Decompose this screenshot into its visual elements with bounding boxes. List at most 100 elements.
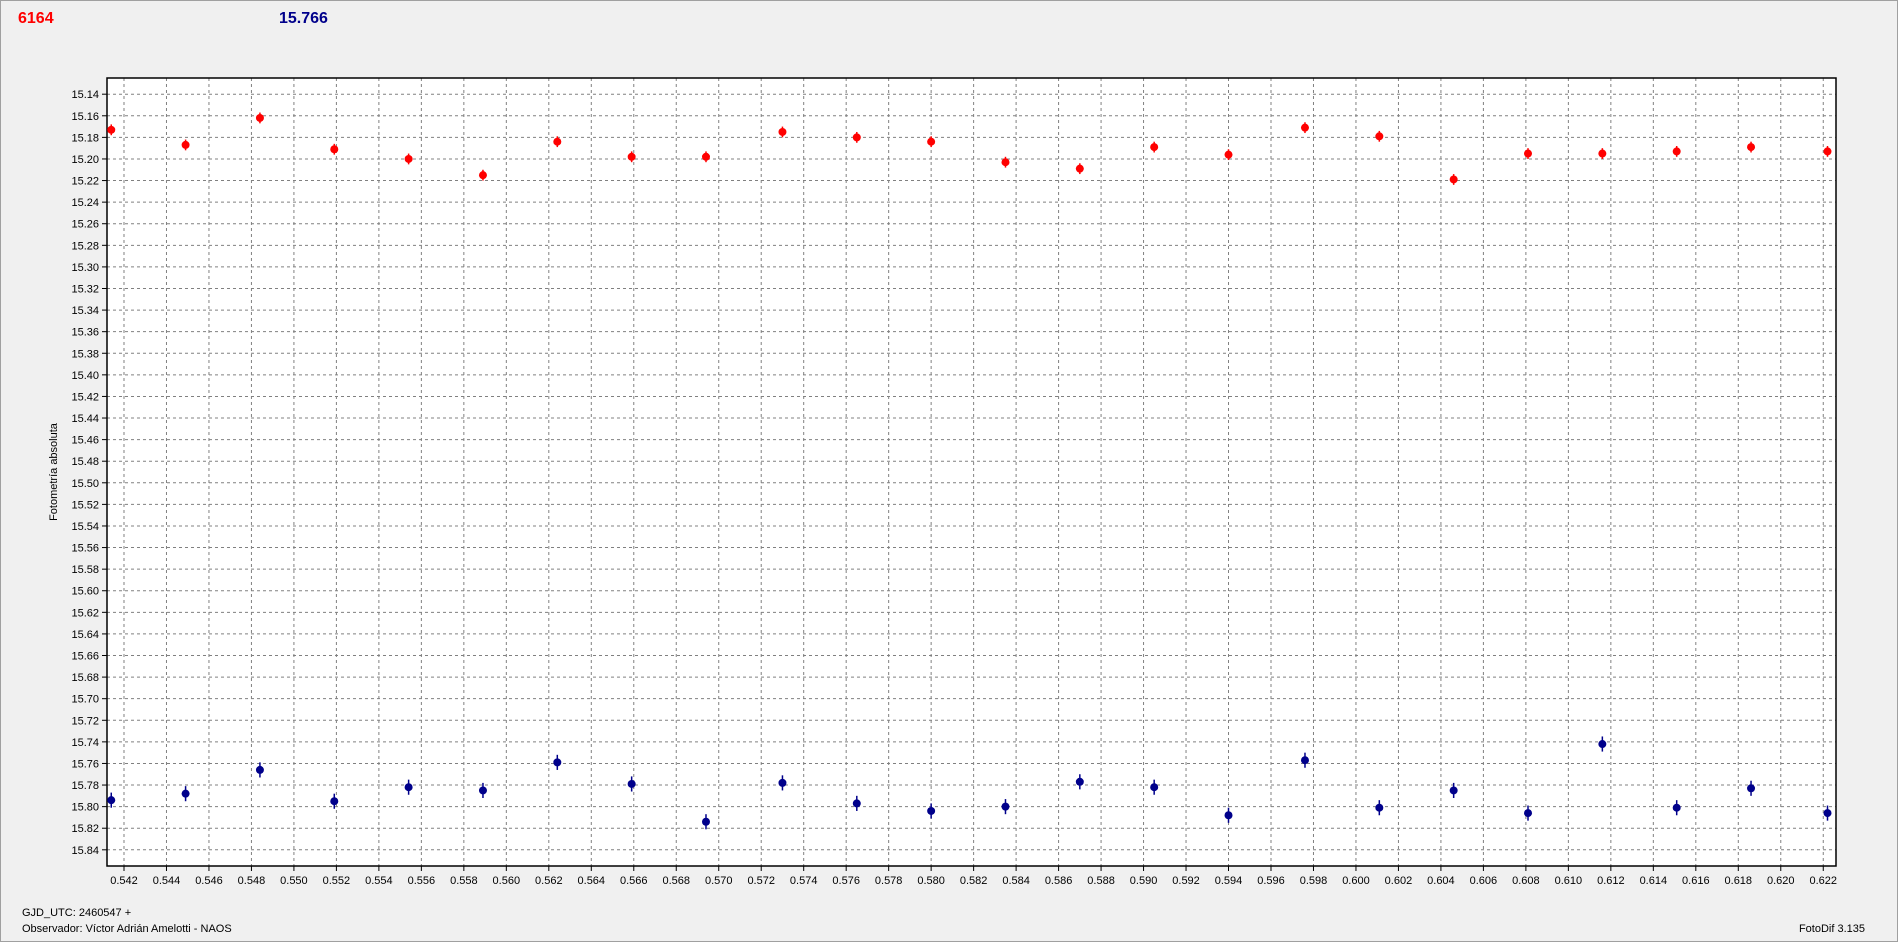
x-tick-label: 0.570 <box>705 875 733 887</box>
data-point <box>1598 149 1607 158</box>
light-curve-chart: 15.14 15.16 15.18 15.20 15.22 15.24 15.26 15.28… <box>71 77 1837 887</box>
data-point <box>701 152 710 161</box>
y-tick-label: 15.20 <box>71 154 99 166</box>
x-tick-label: 0.566 <box>620 875 648 887</box>
x-tick-label: 0.568 <box>662 875 690 887</box>
x-tick-label: 0.592 <box>1172 875 1200 887</box>
data-point <box>852 799 861 808</box>
y-tick-label: 15.36 <box>71 327 99 339</box>
x-tick-label: 0.620 <box>1767 875 1795 887</box>
y-tick-label: 15.42 <box>71 391 99 403</box>
y-tick-label: 15.16 <box>71 111 99 123</box>
data-point <box>1672 803 1681 812</box>
y-tick-label: 15.70 <box>71 694 99 706</box>
data-point <box>927 137 936 146</box>
data-point <box>701 817 710 826</box>
x-tick-label: 0.576 <box>832 875 860 887</box>
x-tick-label: 0.598 <box>1300 875 1328 887</box>
y-tick-label: 15.38 <box>71 348 99 360</box>
data-point <box>181 789 190 798</box>
data-point <box>1224 811 1233 820</box>
data-point <box>1598 740 1607 749</box>
x-tick-label: 0.548 <box>238 875 266 887</box>
x-tick-label: 0.614 <box>1640 875 1668 887</box>
data-point <box>255 113 264 122</box>
y-tick-label: 15.82 <box>71 823 99 835</box>
x-tick-label: 0.588 <box>1087 875 1115 887</box>
y-tick-label: 15.72 <box>71 715 99 727</box>
y-tick-label: 15.64 <box>71 629 99 641</box>
x-tick-label: 0.618 <box>1725 875 1753 887</box>
y-axis-label: Fotometría absoluta <box>48 423 60 521</box>
data-point <box>1823 147 1832 156</box>
x-tick-label: 0.590 <box>1130 875 1158 887</box>
data-point <box>1747 784 1756 793</box>
x-tick-label: 0.606 <box>1470 875 1498 887</box>
x-tick-label: 0.560 <box>493 875 521 887</box>
y-tick-label: 15.28 <box>71 240 99 252</box>
data-point <box>553 137 562 146</box>
y-tick-label: 15.40 <box>71 370 99 382</box>
x-tick-label: 0.544 <box>153 875 181 887</box>
x-tick-label: 0.604 <box>1427 875 1455 887</box>
data-point <box>1300 756 1309 765</box>
x-tick-label: 0.558 <box>450 875 478 887</box>
version-label: FotoDif 3.135 <box>1798 923 1865 935</box>
data-point <box>1300 123 1309 132</box>
y-tick-label: 15.18 <box>71 132 99 144</box>
y-tick-label: 15.58 <box>71 564 99 576</box>
x-tick-label: 0.584 <box>1002 875 1030 887</box>
y-tick-label: 15.26 <box>71 219 99 231</box>
x-tick-label: 0.608 <box>1512 875 1540 887</box>
gjd-label: GJD_UTC: 2460547 + <box>22 907 132 919</box>
data-point <box>1449 175 1458 184</box>
data-point <box>1075 164 1084 173</box>
data-point <box>181 140 190 149</box>
x-tick-label: 0.562 <box>535 875 563 887</box>
y-tick-label: 15.68 <box>71 672 99 684</box>
data-point <box>255 765 264 774</box>
x-tick-label: 0.610 <box>1555 875 1583 887</box>
y-tick-label: 15.74 <box>71 737 99 749</box>
data-point <box>330 145 339 154</box>
x-tick-label: 0.596 <box>1257 875 1285 887</box>
data-point <box>107 125 116 134</box>
data-point <box>107 796 116 805</box>
y-tick-label: 15.78 <box>71 780 99 792</box>
data-point <box>778 778 787 787</box>
data-point <box>1224 150 1233 159</box>
plot-area <box>107 78 1836 866</box>
x-tick-label: 0.574 <box>790 875 818 887</box>
y-tick-label: 15.66 <box>71 651 99 663</box>
x-tick-label: 0.552 <box>323 875 351 887</box>
data-point <box>1001 158 1010 167</box>
x-tick-label: 0.586 <box>1045 875 1073 887</box>
y-tick-label: 15.46 <box>71 435 99 447</box>
data-point <box>1524 149 1533 158</box>
data-point <box>1375 803 1384 812</box>
x-tick-label: 0.616 <box>1682 875 1710 887</box>
data-point <box>1449 786 1458 795</box>
data-point <box>1375 132 1384 141</box>
x-tick-label: 0.580 <box>917 875 945 887</box>
data-point <box>404 783 413 792</box>
data-point <box>627 152 636 161</box>
y-tick-label: 15.76 <box>71 758 99 770</box>
y-tick-label: 15.84 <box>71 845 99 857</box>
data-point <box>404 154 413 163</box>
observer-label: Observador: Víctor Adrián Amelotti - NAO… <box>22 923 232 935</box>
y-tick-label: 15.56 <box>71 543 99 555</box>
x-tick-label: 0.600 <box>1342 875 1370 887</box>
x-tick-label: 0.602 <box>1385 875 1413 887</box>
data-point <box>1150 143 1159 152</box>
y-tick-label: 15.30 <box>71 262 99 274</box>
y-tick-label: 15.14 <box>71 89 99 101</box>
x-tick-label: 0.622 <box>1809 875 1837 887</box>
y-tick-label: 15.32 <box>71 283 99 295</box>
x-tick-label: 0.550 <box>280 875 308 887</box>
x-tick-label: 0.542 <box>110 875 138 887</box>
data-point <box>553 758 562 767</box>
y-tick-label: 15.54 <box>71 521 99 533</box>
x-tick-label: 0.554 <box>365 875 393 887</box>
y-tick-label: 15.22 <box>71 176 99 188</box>
